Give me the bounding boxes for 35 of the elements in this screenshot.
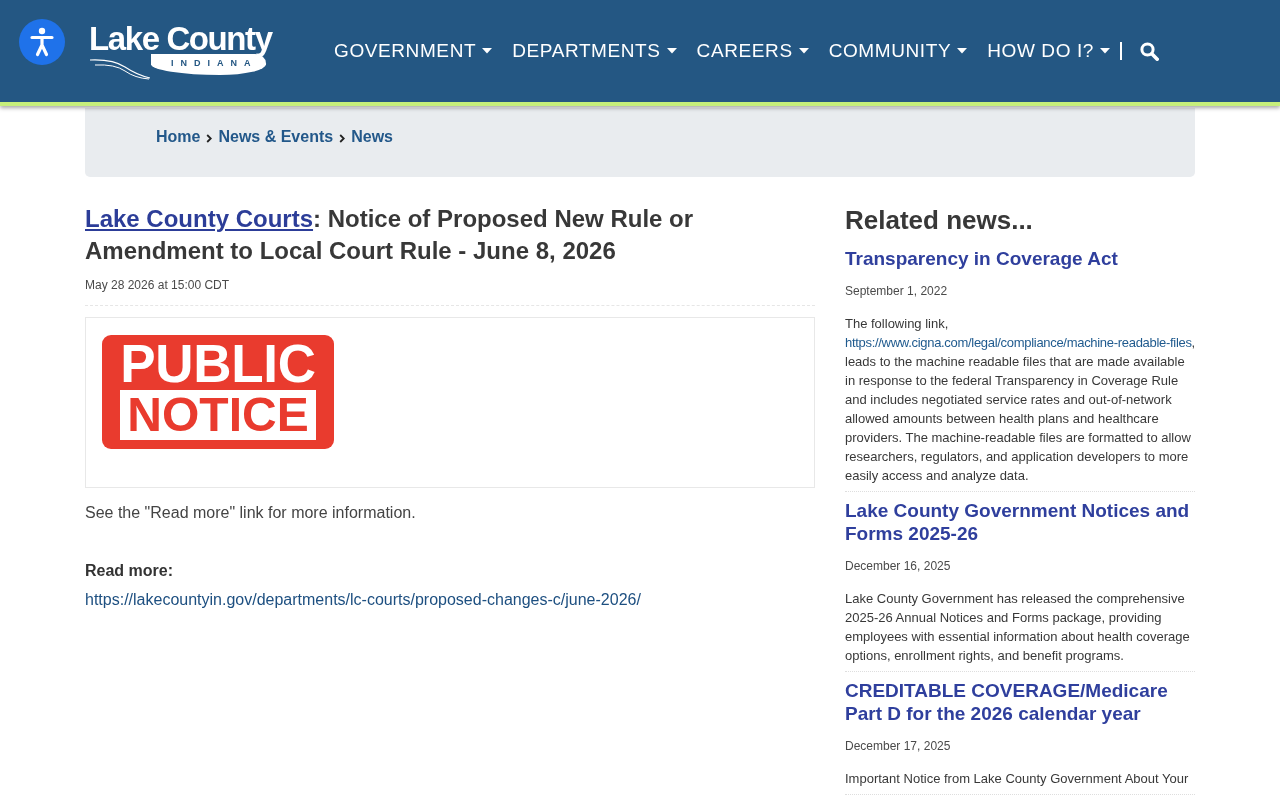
sign-top-text: PUBLIC	[120, 342, 316, 386]
breadcrumb-link[interactable]: News	[351, 127, 393, 146]
accessibility-icon	[29, 27, 55, 57]
news-summary: Lake County Government has released the comprehensive 2025-26 Annual Notices and Forms package, providing employees with essential information about health coverage options, enrollment rights, and benefit programs.	[845, 590, 1191, 665]
article-title: Lake County Courts: Notice of Proposed New Rule or Amendment to Local Court Rule - June 8, 2026	[85, 204, 695, 266]
nav-menu-button[interactable]: COMMUNITY	[828, 40, 968, 62]
chevron-icon	[206, 134, 213, 143]
chevron-icon	[339, 134, 346, 143]
article-date: May 28 2026 at 15:00 CDT	[85, 277, 231, 294]
title-link[interactable]: Lake County Courts	[85, 205, 314, 232]
search-icon	[1140, 41, 1159, 61]
news-date: December 16, 2025	[845, 558, 952, 575]
news-summary: The following link, https://www.cigna.com/legal/compliance/machine-readable-files, leads to the machine readable files that are made available in response to the federal Transparency in Coverage Rule and includes negotiated service rates and out-of-network allowed amounts between health plans and healthcare providers. The machine-readable files are formatted to allow researchers, regulators, and application developers to more easily access and analyze data.	[845, 315, 1195, 485]
search-button[interactable]	[1140, 41, 1159, 61]
read-more-label: Read more:	[85, 561, 175, 581]
breadcrumb-link[interactable]: Home	[156, 127, 201, 146]
nav-menu-button[interactable]: GOVERNMENT	[334, 40, 493, 62]
sign-bottom-text: NOTICE	[120, 390, 316, 440]
article-summary: See the "Read more" link for more information.	[85, 503, 417, 523]
read-more-link[interactable]: https://lakecountyin.gov/departments/lc-courts/proposed-changes-c/june-2026/	[85, 589, 641, 611]
wave-lines-icon	[89, 58, 151, 80]
body-link[interactable]: https://www.cigna.com/legal/compliance/machine-readable-files	[845, 335, 1192, 350]
related-news-link[interactable]: Lake County Government Notices and Forms 2025-26	[845, 499, 1195, 545]
logo-wordmark[interactable]: Lake County	[89, 22, 272, 56]
news-summary: Important Notice from Lake County Government About Your	[845, 770, 1190, 788]
accessibility-button[interactable]	[19, 19, 65, 65]
nav-menu-button[interactable]: CAREERS	[696, 40, 809, 62]
nav-menu-button[interactable]: HOW DO I?	[987, 40, 1110, 62]
news-date: September 1, 2022	[845, 283, 949, 300]
related-news-link[interactable]: CREDITABLE COVERAGE/Medicare Part D for the 2026 calendar year	[845, 679, 1195, 725]
nav-menu-button[interactable]: DEPARTMENTS	[512, 40, 677, 62]
breadcrumb-link[interactable]: News & Events	[218, 127, 334, 146]
related-news-link[interactable]: Transparency in Coverage Act	[845, 247, 1195, 270]
news-date: December 17, 2025	[845, 738, 952, 755]
related-news-heading: Related news...	[845, 204, 1034, 237]
